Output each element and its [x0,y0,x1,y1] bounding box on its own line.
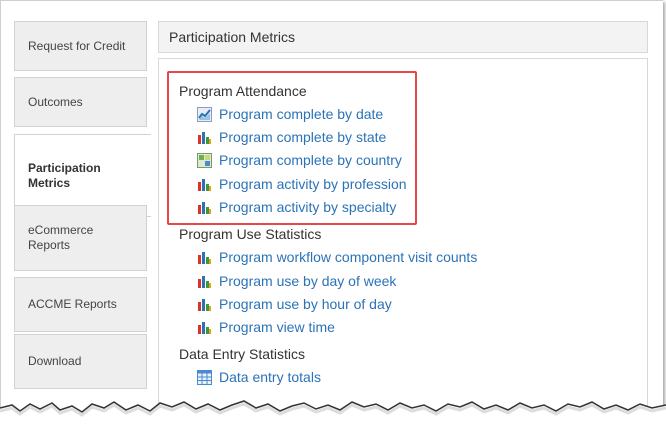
section-title-data-entry-statistics: Data Entry Statistics [179,346,306,362]
link-label: Program complete by state [219,129,387,145]
sidebar-item-download[interactable]: Download [14,334,147,389]
sidebar-item-label: Participation Metrics [28,160,101,190]
table-icon [197,369,212,385]
sidebar-item-accme-reports[interactable]: ACCME Reports [14,277,147,332]
line-chart-icon [197,106,212,122]
map-icon [197,152,212,168]
link-program-view-time[interactable]: Program view time [197,318,335,336]
bar-chart-icon [197,200,212,215]
sidebar-item-request-for-credit[interactable]: Request for Credit [14,21,147,71]
page-title: Participation Metrics [158,21,648,53]
torn-edge [0,400,666,441]
link-data-entry-totals[interactable]: Data entry totals [197,368,321,386]
link-program-activity-by-specialty[interactable]: Program activity by specialty [197,198,396,216]
link-program-complete-by-country[interactable]: Program complete by country [197,151,402,169]
link-program-use-by-hour-of-day[interactable]: Program use by hour of day [197,295,392,313]
link-program-complete-by-state[interactable]: Program complete by state [197,128,386,146]
bar-chart-icon [197,320,212,335]
bar-chart-icon [197,130,212,145]
link-label: Program use by day of week [219,273,397,289]
sidebar-item-label: Outcomes [28,94,83,109]
section-title-program-attendance: Program Attendance [179,83,307,99]
link-program-workflow-component-visit-counts[interactable]: Program workflow component visit counts [197,248,477,266]
sidebar-item-ecommerce-reports[interactable]: eCommerce Reports [14,205,147,271]
link-label: Program view time [219,319,335,335]
section-title-program-use-statistics: Program Use Statistics [179,226,322,242]
link-program-complete-by-date[interactable]: Program complete by date [197,105,383,123]
link-label: Program activity by profession [219,176,407,192]
link-label: Program use by hour of day [219,296,392,312]
bar-chart-icon [197,274,212,289]
sidebar-item-outcomes[interactable]: Outcomes [14,77,147,127]
sidebar-item-label: ACCME Reports [28,297,117,311]
bar-chart-icon [197,177,212,192]
link-label: Data entry totals [219,369,321,385]
link-label: Program complete by date [219,106,384,122]
link-label: Program complete by country [219,152,402,168]
sidebar-item-label: Download [28,354,82,368]
bar-chart-icon [197,297,212,312]
link-program-activity-by-profession[interactable]: Program activity by profession [197,175,407,193]
link-program-use-by-day-of-week[interactable]: Program use by day of week [197,272,396,290]
link-label: Program workflow component visit counts [219,249,478,265]
bar-chart-icon [197,250,212,265]
sidebar-item-label: eCommerce Reports [28,223,94,252]
sidebar-item-label: Request for Credit [28,38,126,53]
link-label: Program activity by specialty [219,199,397,215]
